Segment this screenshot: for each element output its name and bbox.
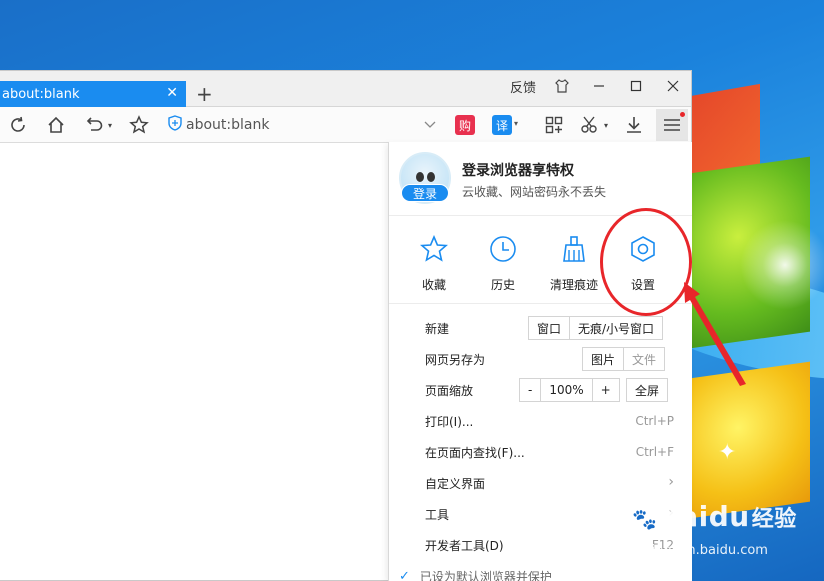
watermark-logo-cn: 经验 bbox=[751, 507, 797, 532]
new-options: 窗口 无痕/小号窗口 bbox=[528, 316, 664, 340]
quick-favorites[interactable]: 收藏 bbox=[402, 234, 466, 293]
wallpaper-glow bbox=[740, 220, 824, 310]
address-bar[interactable] bbox=[168, 111, 444, 139]
download-icon[interactable] bbox=[620, 111, 648, 139]
menu-customize[interactable]: 自定义界面 bbox=[425, 471, 485, 495]
watermark-url: jingyan.baidu.com bbox=[648, 543, 768, 558]
clock-icon bbox=[471, 234, 535, 264]
avatar-eye-right bbox=[427, 172, 435, 182]
tab-close-icon[interactable]: ✕ bbox=[166, 85, 178, 101]
print-shortcut: Ctrl+P bbox=[635, 414, 674, 428]
find-shortcut: Ctrl+F bbox=[635, 445, 674, 459]
skin-icon[interactable] bbox=[548, 71, 576, 101]
sparkle-icon: ✦ bbox=[718, 440, 737, 465]
menu-new-label: 新建 bbox=[425, 321, 450, 336]
new-window-button[interactable]: 窗口 bbox=[529, 317, 571, 339]
star-icon bbox=[402, 234, 466, 264]
checkmark-icon: ✓ bbox=[399, 569, 410, 581]
menu-find[interactable]: 在页面内查找(F)... bbox=[425, 440, 525, 464]
tab-title: about:blank bbox=[2, 86, 80, 102]
account-section[interactable]: 登录 登录浏览器享特权 云收藏、网站密码永不丢失 bbox=[389, 142, 692, 216]
chevron-right-icon: › bbox=[668, 474, 674, 490]
menu-zoom-label: 页面缩放 bbox=[425, 383, 474, 398]
navigation-toolbar: ▾ 购 译 ▾ ▾ bbox=[0, 107, 691, 143]
feedback-button[interactable]: 反馈 bbox=[508, 71, 538, 101]
shopping-icon[interactable]: 购 bbox=[455, 115, 475, 135]
main-menu-button[interactable] bbox=[656, 109, 688, 141]
account-title[interactable]: 登录浏览器享特权 bbox=[462, 160, 574, 180]
annotation-circle bbox=[600, 208, 692, 316]
paw-icon: 🐾 bbox=[632, 507, 658, 531]
save-image-button[interactable]: 图片 bbox=[583, 348, 625, 370]
refresh-icon[interactable] bbox=[4, 111, 32, 139]
broom-icon bbox=[542, 234, 606, 264]
baidu-logo-watermark: 🐾Baidu经验 bbox=[632, 500, 797, 533]
tab-about-blank[interactable]: about:blank ✕ bbox=[0, 81, 186, 107]
title-bar: about:blank ✕ + 反馈 bbox=[0, 71, 691, 107]
menu-tools[interactable]: 工具 bbox=[425, 502, 449, 526]
zoom-in-button[interactable]: + bbox=[593, 379, 619, 401]
translate-dropdown-icon[interactable]: ▾ bbox=[514, 119, 518, 128]
scissors-dropdown-icon[interactable]: ▾ bbox=[600, 111, 612, 139]
quick-history-label: 历史 bbox=[490, 278, 515, 292]
watermark-logo-text: Baidu bbox=[657, 500, 750, 533]
shield-icon bbox=[168, 115, 182, 135]
annotation-arrow bbox=[684, 282, 746, 386]
fullscreen-control: 全屏 bbox=[626, 378, 669, 402]
new-tab-button[interactable]: + bbox=[196, 81, 213, 107]
address-dropdown-icon[interactable] bbox=[420, 111, 440, 139]
address-input[interactable] bbox=[186, 117, 416, 133]
fullscreen-button[interactable]: 全屏 bbox=[627, 379, 667, 401]
menu-devtools[interactable]: 开发者工具(D) bbox=[425, 533, 504, 557]
translate-icon[interactable]: 译 bbox=[492, 115, 512, 135]
account-subtitle: 云收藏、网站密码永不丢失 bbox=[462, 185, 607, 199]
default-browser-status: ✓ 已设为默认浏览器并保护 bbox=[399, 568, 552, 581]
zoom-controls: - 100% + bbox=[519, 378, 620, 402]
zoom-value: 100% bbox=[541, 379, 593, 401]
login-button[interactable]: 登录 bbox=[401, 184, 449, 202]
close-icon[interactable] bbox=[658, 71, 688, 101]
quick-history[interactable]: 历史 bbox=[471, 234, 535, 293]
apps-grid-icon[interactable] bbox=[540, 111, 568, 139]
chevron-down-icon[interactable]: ▾ bbox=[104, 111, 116, 139]
avatar-eye-left bbox=[416, 172, 424, 182]
save-file-button[interactable]: 文件 bbox=[624, 348, 664, 370]
home-icon[interactable] bbox=[42, 111, 70, 139]
menu-print[interactable]: 打印(I)... bbox=[425, 409, 473, 433]
maximize-icon[interactable] bbox=[622, 71, 650, 101]
quick-favorites-label: 收藏 bbox=[421, 278, 446, 292]
zoom-out-button[interactable]: - bbox=[520, 379, 542, 401]
quick-clear-traces-label: 清理痕迹 bbox=[549, 278, 598, 292]
notification-dot bbox=[680, 112, 685, 117]
minimize-icon[interactable] bbox=[585, 71, 613, 101]
new-incognito-button[interactable]: 无痕/小号窗口 bbox=[570, 317, 662, 339]
quick-clear-traces[interactable]: 清理痕迹 bbox=[542, 234, 606, 293]
default-browser-label: 已设为默认浏览器并保护 bbox=[419, 570, 552, 581]
menu-save-as-label: 网页另存为 bbox=[425, 352, 486, 367]
bookmark-star-icon[interactable] bbox=[125, 111, 153, 139]
save-as-options: 图片 文件 bbox=[582, 347, 666, 371]
